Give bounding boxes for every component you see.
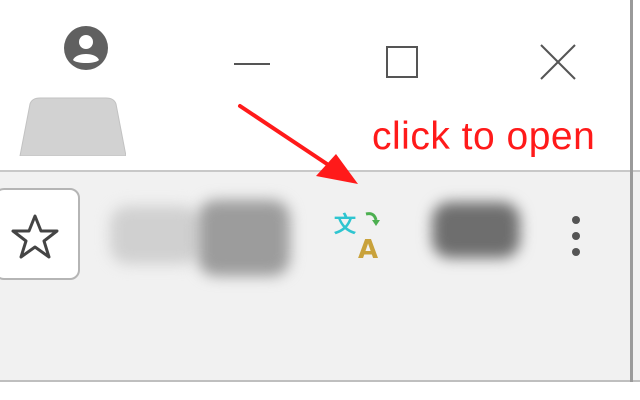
more-vert-icon[interactable] xyxy=(560,206,592,264)
window-right-border xyxy=(630,0,633,382)
annotation-arrow xyxy=(238,104,358,184)
translate-glyph-bottom: A xyxy=(358,235,378,264)
blurred-extension-icon[interactable] xyxy=(432,202,520,258)
blurred-extension-icon[interactable] xyxy=(110,206,200,264)
profile-avatar-icon[interactable] xyxy=(62,24,110,72)
browser-toolbar xyxy=(0,172,640,382)
browser-tab[interactable] xyxy=(14,96,126,156)
translate-icon[interactable]: 文 A xyxy=(330,206,390,264)
maximize-button[interactable] xyxy=(372,32,432,92)
minimize-button[interactable] xyxy=(222,34,282,94)
translate-glyph-top: 文 xyxy=(334,212,357,238)
minimize-icon xyxy=(234,63,270,65)
close-window-button[interactable] xyxy=(528,32,588,92)
content-area xyxy=(0,382,640,400)
maximize-icon xyxy=(386,46,418,78)
blurred-extension-icon[interactable] xyxy=(198,200,290,276)
click-to-open-annotation: click to open xyxy=(372,115,596,158)
close-icon xyxy=(540,44,576,80)
star-icon[interactable] xyxy=(10,212,60,262)
